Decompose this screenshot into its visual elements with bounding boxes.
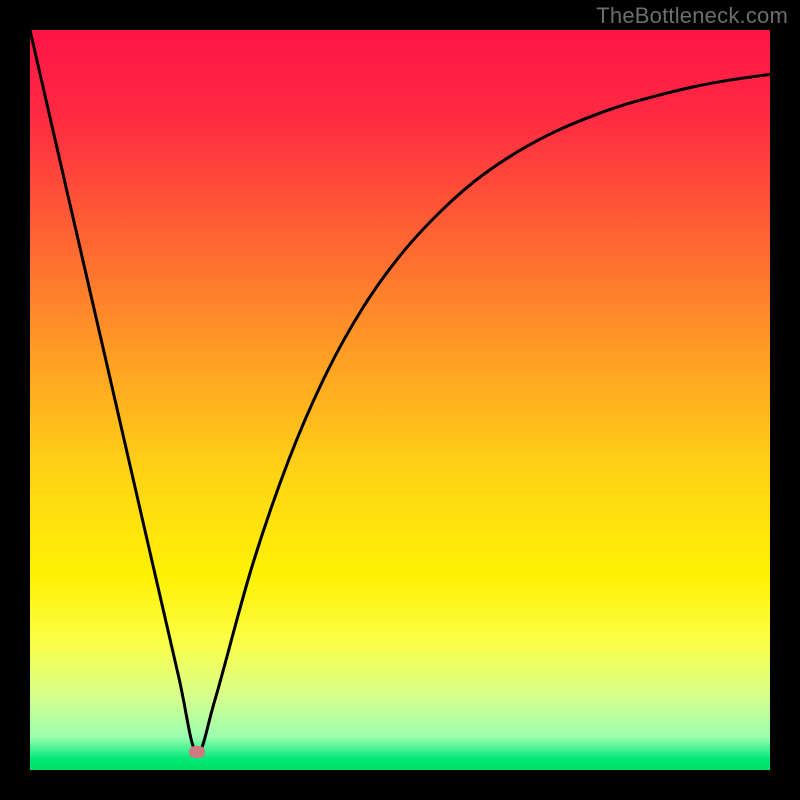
minimum-marker — [189, 746, 205, 758]
chart-container: TheBottleneck.com — [0, 0, 800, 800]
bottleneck-curve — [30, 30, 770, 770]
plot-area — [30, 30, 770, 770]
watermark-text: TheBottleneck.com — [596, 3, 788, 29]
